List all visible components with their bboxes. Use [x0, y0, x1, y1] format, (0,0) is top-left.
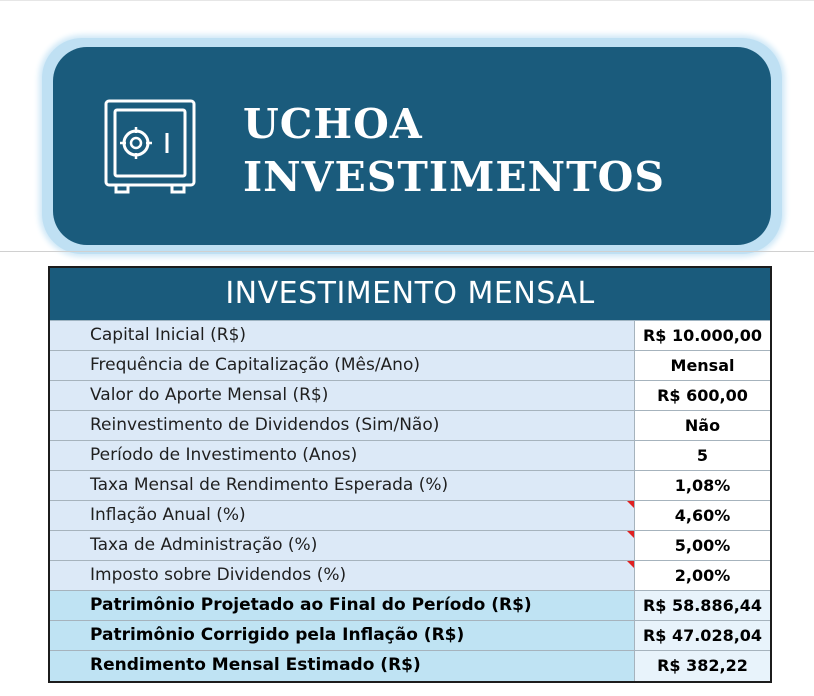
- table-row: Inflação Anual (%) 4,60%: [50, 501, 770, 531]
- row-label-imposto-dividendos[interactable]: Imposto sobre Dividendos (%): [50, 561, 635, 590]
- table-row: Imposto sobre Dividendos (%) 2,00%: [50, 561, 770, 591]
- table-row-total: Patrimônio Projetado ao Final do Período…: [50, 591, 770, 621]
- brand-name-line2: INVESTIMENTOS: [243, 153, 665, 201]
- table-row: Reinvestimento de Dividendos (Sim/Não) N…: [50, 411, 770, 441]
- row-label-taxa-administracao[interactable]: Taxa de Administração (%): [50, 531, 635, 560]
- row-label-text: Imposto sobre Dividendos (%): [90, 565, 347, 585]
- table-row: Frequência de Capitalização (Mês/Ano) Me…: [50, 351, 770, 381]
- row-value-aporte-mensal[interactable]: R$ 600,00: [635, 381, 770, 410]
- row-label-periodo[interactable]: Período de Investimento (Anos): [50, 441, 635, 470]
- safe-icon: [104, 99, 196, 194]
- total-value-patrimonio-corrigido[interactable]: R$ 47.028,04: [635, 621, 770, 650]
- row-label-capital-inicial[interactable]: Capital Inicial (R$): [50, 321, 635, 350]
- table-row: Valor do Aporte Mensal (R$) R$ 600,00: [50, 381, 770, 411]
- row-label-taxa-rendimento[interactable]: Taxa Mensal de Rendimento Esperada (%): [50, 471, 635, 500]
- comment-indicator-icon[interactable]: [627, 561, 634, 568]
- table-row-total: Rendimento Mensal Estimado (R$) R$ 382,2…: [50, 651, 770, 681]
- table-row: Capital Inicial (R$) R$ 10.000,00: [50, 321, 770, 351]
- row-label-frequencia[interactable]: Frequência de Capitalização (Mês/Ano): [50, 351, 635, 380]
- grid-line: [0, 0, 814, 1]
- total-label-patrimonio-corrigido[interactable]: Patrimônio Corrigido pela Inflação (R$): [50, 621, 635, 650]
- row-value-capital-inicial[interactable]: R$ 10.000,00: [635, 321, 770, 350]
- total-label-patrimonio-projetado[interactable]: Patrimônio Projetado ao Final do Período…: [50, 591, 635, 620]
- comment-indicator-icon[interactable]: [627, 531, 634, 538]
- total-value-patrimonio-projetado[interactable]: R$ 58.886,44: [635, 591, 770, 620]
- investment-table: INVESTIMENTO MENSAL Capital Inicial (R$)…: [48, 266, 772, 683]
- row-value-inflacao[interactable]: 4,60%: [635, 501, 770, 530]
- grid-line: [0, 251, 814, 252]
- row-value-taxa-administracao[interactable]: 5,00%: [635, 531, 770, 560]
- table-row: Taxa Mensal de Rendimento Esperada (%) 1…: [50, 471, 770, 501]
- row-label-text: Inflação Anual (%): [90, 505, 246, 525]
- comment-indicator-icon[interactable]: [627, 501, 634, 508]
- spreadsheet-page: UCHOA INVESTIMENTOS INVESTIMENTO MENSAL …: [0, 0, 814, 696]
- table-row: Taxa de Administração (%) 5,00%: [50, 531, 770, 561]
- row-value-periodo[interactable]: 5: [635, 441, 770, 470]
- row-label-text: Taxa de Administração (%): [90, 535, 318, 555]
- row-label-reinvestimento[interactable]: Reinvestimento de Dividendos (Sim/Não): [50, 411, 635, 440]
- brand-name-line1: UCHOA: [243, 100, 423, 148]
- row-value-frequencia[interactable]: Mensal: [635, 351, 770, 380]
- row-label-inflacao[interactable]: Inflação Anual (%): [50, 501, 635, 530]
- row-value-reinvestimento[interactable]: Não: [635, 411, 770, 440]
- row-value-taxa-rendimento[interactable]: 1,08%: [635, 471, 770, 500]
- table-row-total: Patrimônio Corrigido pela Inflação (R$) …: [50, 621, 770, 651]
- table-row: Período de Investimento (Anos) 5: [50, 441, 770, 471]
- table-title: INVESTIMENTO MENSAL: [50, 268, 770, 321]
- total-value-rendimento-mensal[interactable]: R$ 382,22: [635, 651, 770, 681]
- row-value-imposto-dividendos[interactable]: 2,00%: [635, 561, 770, 590]
- total-label-rendimento-mensal[interactable]: Rendimento Mensal Estimado (R$): [50, 651, 635, 681]
- row-label-aporte-mensal[interactable]: Valor do Aporte Mensal (R$): [50, 381, 635, 410]
